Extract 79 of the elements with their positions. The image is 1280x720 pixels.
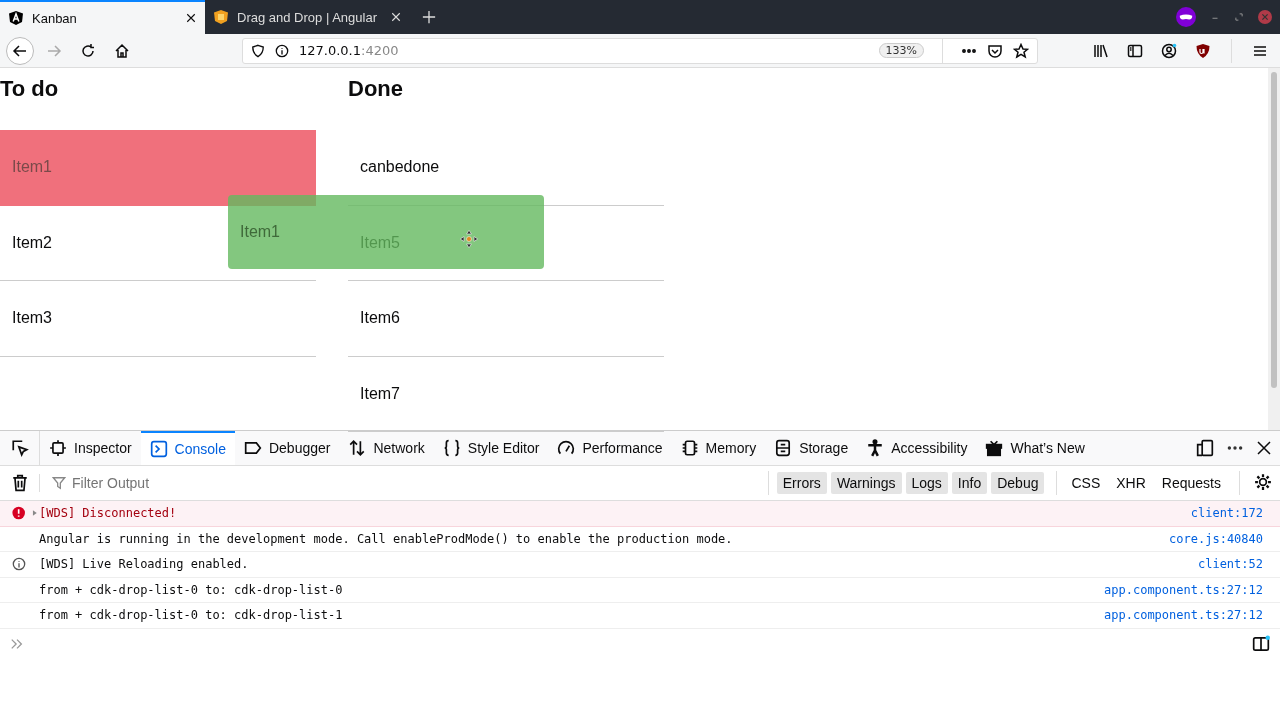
- gift-icon: [985, 439, 1004, 457]
- person-icon: [866, 439, 885, 457]
- element-picker-icon[interactable]: [10, 439, 29, 457]
- scrollbar-thumb[interactable]: [1271, 72, 1277, 388]
- console-message: [WDS] Live Reloading enabled.: [39, 557, 250, 572]
- home-icon[interactable]: [114, 42, 130, 59]
- shield-icon[interactable]: [251, 43, 265, 58]
- filter-toggle[interactable]: XHR: [1110, 472, 1152, 494]
- filter-toggle[interactable]: Errors: [776, 472, 827, 494]
- star-icon[interactable]: [1013, 42, 1029, 59]
- source-link[interactable]: core.js:40840: [1169, 531, 1263, 546]
- info-icon[interactable]: [275, 43, 289, 58]
- browser-tab[interactable]: Drag and Drop | Angular: [205, 0, 410, 34]
- filter-toggle[interactable]: Logs: [905, 472, 948, 494]
- gauge-icon: [557, 439, 576, 457]
- filter-toggle[interactable]: Requests: [1155, 472, 1227, 494]
- devtools-tab[interactable]: Accessibility: [857, 431, 977, 465]
- filter-icon: [52, 476, 66, 490]
- list-item[interactable]: Item3: [12, 309, 52, 328]
- devtools-tab[interactable]: Memory: [671, 431, 766, 465]
- split-console-icon[interactable]: [1252, 634, 1270, 653]
- angular-logo-icon: [8, 10, 24, 26]
- devtools-tab[interactable]: Storage: [765, 431, 858, 465]
- up-down-arrows-icon: [348, 439, 367, 457]
- settings-icon[interactable]: [1254, 472, 1272, 491]
- devtools-tab[interactable]: Inspector: [40, 431, 141, 465]
- shield-logo-icon[interactable]: [1195, 42, 1211, 59]
- zoom-badge[interactable]: 133%: [878, 43, 924, 58]
- devtools-tab[interactable]: Performance: [548, 431, 672, 465]
- source-link[interactable]: app.component.ts:27:12: [1104, 608, 1263, 623]
- list-item[interactable]: Item2: [12, 233, 52, 252]
- expand-arrow-icon[interactable]: [31, 509, 39, 518]
- tag-shape-icon: [243, 439, 262, 457]
- sidebar-icon[interactable]: [1127, 42, 1143, 59]
- chip-icon: [680, 439, 699, 457]
- devtools-tab[interactable]: Network: [339, 431, 434, 465]
- filter-toggle[interactable]: Debug: [991, 472, 1045, 494]
- storage-icon: [774, 439, 793, 457]
- list-heading: To do: [0, 75, 60, 103]
- console-icon: [149, 440, 168, 458]
- reload-icon[interactable]: [80, 42, 96, 59]
- console-message: Angular is running in the development mode. Call enableProdMode() to enable the production mode.: [39, 531, 734, 546]
- filter-toggle[interactable]: Warnings: [830, 472, 902, 494]
- shield-logo-icon: [213, 9, 229, 25]
- pocket-icon[interactable]: [987, 42, 1003, 59]
- responsive-design-icon[interactable]: [1196, 439, 1214, 457]
- error-icon: [12, 506, 26, 521]
- filter-toggle[interactable]: CSS: [1065, 472, 1107, 494]
- devtools-tab[interactable]: What’s New: [976, 431, 1094, 465]
- console-message: [WDS] Disconnected!: [39, 506, 178, 521]
- url-text[interactable]: 127.0.0.1:4200: [299, 43, 399, 58]
- devtools-tab[interactable]: Console: [140, 431, 235, 465]
- back-arrow-icon[interactable]: [12, 42, 28, 59]
- braces-icon: [442, 439, 461, 457]
- library-icon[interactable]: [1093, 42, 1109, 59]
- list-item[interactable]: Item6: [360, 309, 400, 328]
- source-link[interactable]: client:172: [1190, 506, 1263, 521]
- close-icon[interactable]: [1256, 440, 1272, 456]
- list-heading: Done: [348, 75, 404, 103]
- list-item[interactable]: canbedone: [360, 158, 440, 177]
- source-link[interactable]: app.component.ts:27:12: [1104, 582, 1263, 597]
- browser-tab[interactable]: Kanban: [0, 0, 205, 34]
- source-link[interactable]: client:52: [1197, 557, 1263, 572]
- devtools-tab[interactable]: Style Editor: [433, 431, 549, 465]
- move-cursor-icon: [459, 229, 479, 249]
- devtools-tab[interactable]: Debugger: [234, 431, 340, 465]
- console-message: from + cdk-drop-list-0 to: cdk-drop-list-0: [39, 582, 344, 597]
- info-icon: [12, 557, 26, 572]
- account-icon[interactable]: [1161, 42, 1177, 59]
- filter-field[interactable]: Filter Output: [70, 474, 270, 492]
- plus-icon[interactable]: [422, 10, 436, 24]
- item-label: Item1: [12, 158, 52, 177]
- console-message: from + cdk-drop-list-0 to: cdk-drop-list-1: [39, 608, 344, 623]
- filter-toggle[interactable]: Info: [951, 472, 988, 494]
- close-icon[interactable]: [185, 12, 197, 24]
- frame-icon: [49, 439, 67, 457]
- trash-icon[interactable]: [10, 474, 29, 492]
- list-item[interactable]: Item7: [360, 384, 400, 403]
- prompt-chevron-icon: [10, 636, 24, 651]
